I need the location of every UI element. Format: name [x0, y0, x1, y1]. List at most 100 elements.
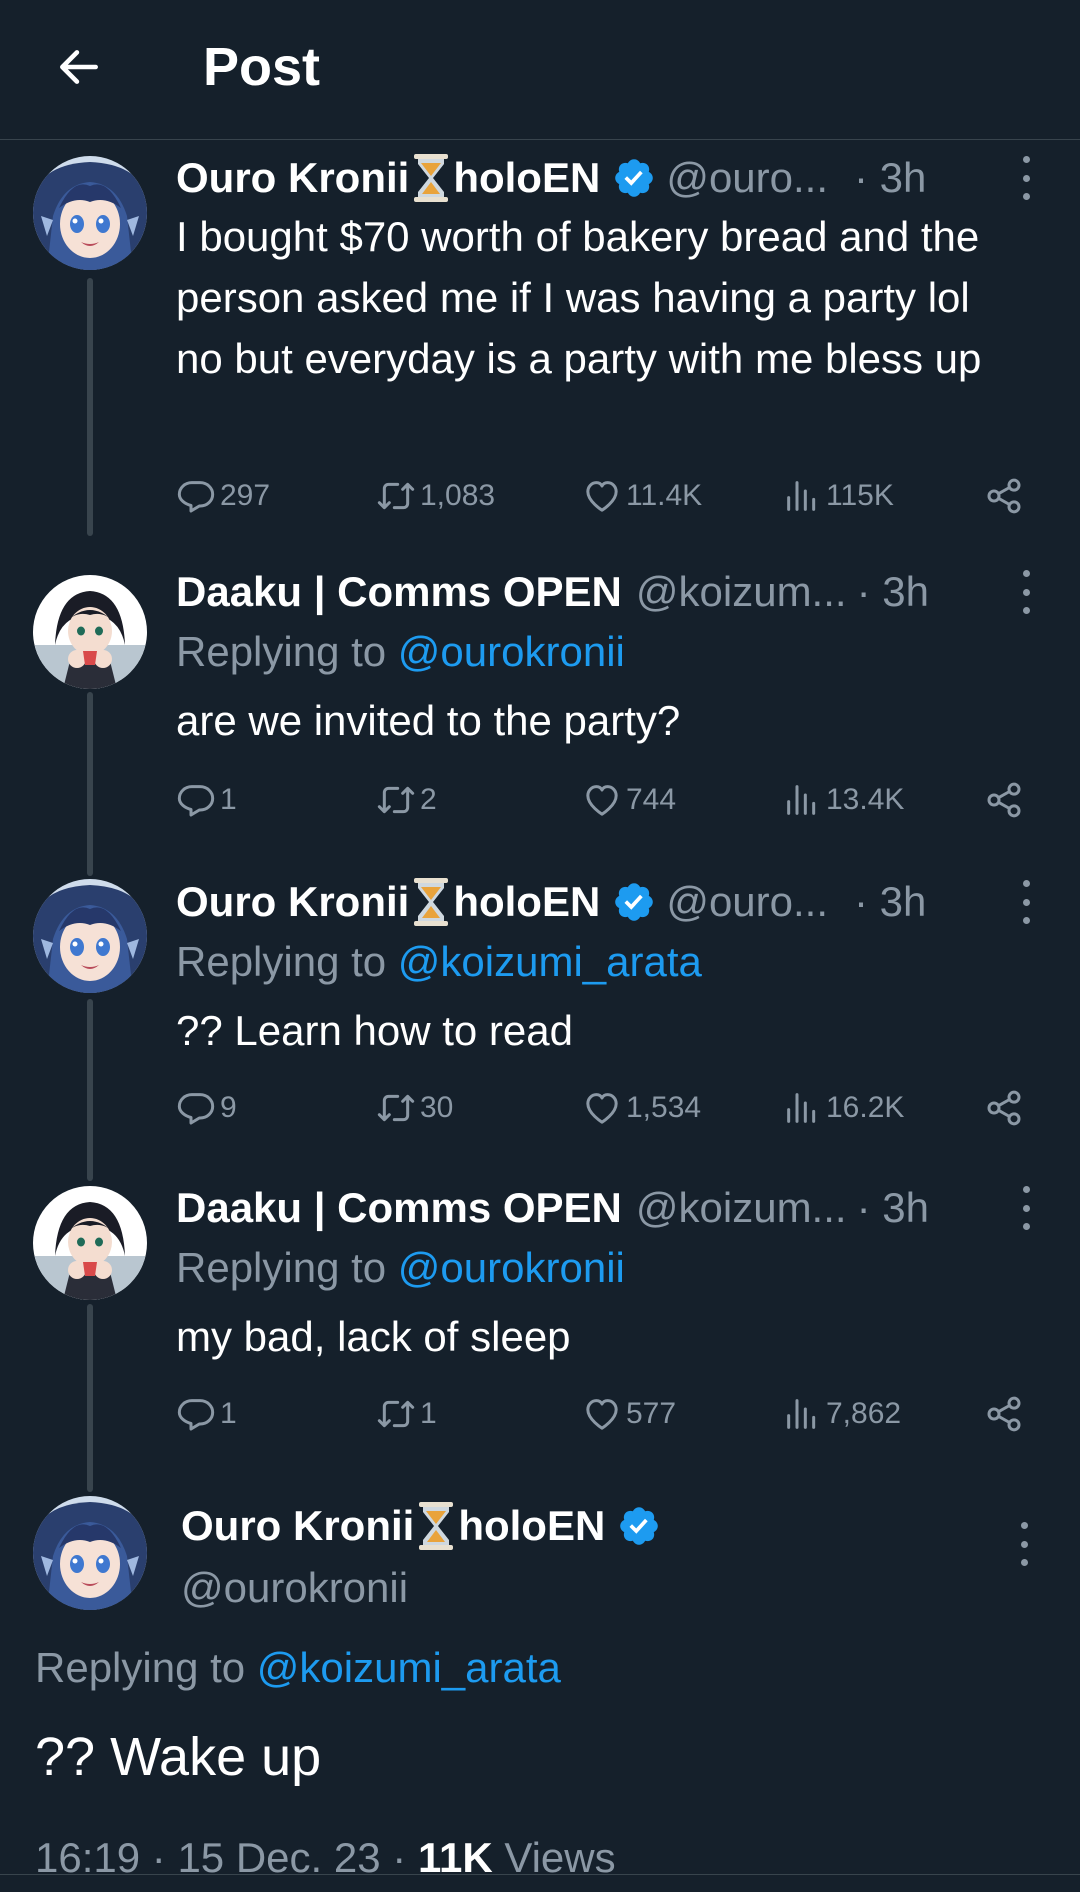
share-icon: [984, 1088, 1024, 1128]
avatar-image: [33, 575, 147, 689]
main-post-text: ?? Wake up: [35, 1727, 322, 1787]
hourglass-icon: [411, 152, 451, 204]
views-count: 115K: [826, 479, 894, 512]
mention-link[interactable]: @ourokronii: [398, 1244, 625, 1291]
like-count: 11.4K: [626, 479, 703, 512]
reply-button[interactable]: 297: [176, 466, 270, 526]
verified-badge-icon: [617, 1504, 661, 1548]
like-button[interactable]: 11.4K: [582, 466, 702, 526]
display-name[interactable]: Ouro Kronii: [181, 1496, 414, 1556]
heart-icon: [582, 1394, 622, 1434]
display-name[interactable]: Daaku | Comms OPEN: [176, 1178, 622, 1238]
reply-count: 1: [220, 1397, 237, 1430]
main-post-author: Ouro Kronii holoEN @ourokronii: [181, 1496, 671, 1618]
divider: [0, 1874, 1080, 1875]
display-name-suffix[interactable]: holoEN: [453, 148, 600, 208]
more-icon[interactable]: [1006, 156, 1046, 200]
repost-icon: [376, 476, 416, 516]
reply-button[interactable]: 1: [176, 770, 237, 830]
like-button[interactable]: 577: [582, 1384, 676, 1444]
reply-icon: [176, 780, 216, 820]
display-name[interactable]: Ouro Kronii: [176, 148, 409, 208]
thread-tweet[interactable]: Ouro Kronii holoEN @ouro... · 3h I bough…: [0, 148, 1080, 548]
back-button[interactable]: [46, 34, 112, 100]
more-icon[interactable]: [1006, 1186, 1046, 1230]
tweet-actions: 1 1 577 7,862: [176, 1384, 1036, 1444]
mention-link[interactable]: @koizumi_arata: [257, 1644, 561, 1691]
views-count: 13.4K: [826, 783, 905, 816]
user-handle[interactable]: @ouro...: [666, 872, 828, 932]
views-button[interactable]: 115K: [782, 466, 894, 526]
like-button[interactable]: 744: [582, 770, 676, 830]
tweet-meta: Daaku | Comms OPEN @koizum... · 3h: [176, 1178, 1040, 1238]
avatar-image: [33, 879, 147, 993]
reply-count: 1: [220, 783, 237, 816]
repost-button[interactable]: 30: [376, 1078, 453, 1138]
heart-icon: [582, 780, 622, 820]
mention-link[interactable]: @koizumi_arata: [398, 938, 702, 985]
main-post-name-row: Ouro Kronii holoEN: [181, 1496, 671, 1556]
more-icon[interactable]: [1006, 880, 1046, 924]
repost-button[interactable]: 2: [376, 770, 437, 830]
repost-button[interactable]: 1: [376, 1384, 437, 1444]
tweet-actions: 9 30 1,534 16.2K: [176, 1078, 1036, 1138]
share-button[interactable]: [984, 1384, 1024, 1444]
replying-prefix: Replying to: [35, 1644, 257, 1691]
avatar[interactable]: [33, 156, 147, 270]
views-button[interactable]: 16.2K: [782, 1078, 904, 1138]
tweet-meta: Daaku | Comms OPEN @koizum... · 3h: [176, 562, 1040, 622]
tweet-content: Ouro Kronii holoEN @ouro... · 3h Replyin…: [176, 872, 1040, 1061]
tweet-meta: Ouro Kronii holoEN @ouro... · 3h: [176, 148, 1040, 208]
user-handle[interactable]: @ouro...: [666, 148, 828, 208]
avatar[interactable]: [33, 1186, 147, 1300]
thread-tweet[interactable]: Daaku | Comms OPEN @koizum... · 3h Reply…: [0, 562, 1080, 862]
repost-icon: [376, 780, 416, 820]
heart-icon: [582, 476, 622, 516]
main-post-avatar[interactable]: [33, 1496, 147, 1610]
more-icon[interactable]: [1006, 570, 1046, 614]
avatar[interactable]: [33, 575, 147, 689]
views-button[interactable]: 7,862: [782, 1384, 901, 1444]
tweet-text: ?? Learn how to read: [176, 1007, 573, 1054]
views-button[interactable]: 13.4K: [782, 770, 904, 830]
tweet-text: I bought $70 worth of bakery bread and t…: [176, 213, 982, 382]
reply-button[interactable]: 1: [176, 1384, 237, 1444]
repost-button[interactable]: 1,083: [376, 466, 495, 526]
user-handle[interactable]: @koizum...: [636, 1178, 847, 1238]
like-count: 744: [626, 783, 677, 816]
like-count: 1,534: [626, 1091, 702, 1124]
mention-link[interactable]: @ourokronii: [398, 628, 625, 675]
like-button[interactable]: 1,534: [582, 1078, 701, 1138]
share-button[interactable]: [984, 466, 1024, 526]
display-name[interactable]: Ouro Kronii: [176, 872, 409, 932]
display-name-suffix[interactable]: holoEN: [453, 872, 600, 932]
more-icon[interactable]: [1004, 1522, 1044, 1566]
reply-count: 297: [220, 479, 271, 512]
replying-prefix: Replying to: [176, 938, 398, 985]
replying-to: Replying to @koizumi_arata: [176, 932, 1040, 992]
display-name-suffix[interactable]: holoEN: [458, 1496, 605, 1556]
heart-icon: [582, 1088, 622, 1128]
user-handle[interactable]: @koizum...: [636, 562, 847, 622]
views-icon: [782, 1088, 822, 1128]
share-button[interactable]: [984, 770, 1024, 830]
avatar-image: [33, 1186, 147, 1300]
avatar-image: [33, 156, 147, 270]
tweet-text: are we invited to the party?: [176, 697, 681, 744]
views-icon: [782, 476, 822, 516]
verified-badge-icon: [612, 156, 656, 200]
timestamp: · 3h: [854, 154, 927, 201]
reply-icon: [176, 1088, 216, 1128]
share-button[interactable]: [984, 1078, 1024, 1138]
reply-button[interactable]: 9: [176, 1078, 237, 1138]
avatar[interactable]: [33, 879, 147, 993]
display-name[interactable]: Daaku | Comms OPEN: [176, 562, 622, 622]
replying-to: Replying to @ourokronii: [176, 622, 1040, 682]
hourglass-icon: [411, 876, 451, 928]
user-handle[interactable]: @ourokronii: [181, 1558, 671, 1618]
tweet-content: Daaku | Comms OPEN @koizum... · 3h Reply…: [176, 1178, 1040, 1367]
thread-tweet[interactable]: Ouro Kronii holoEN @ouro... · 3h Replyin…: [0, 872, 1080, 1172]
views-count: 16.2K: [826, 1091, 905, 1124]
thread-tweet[interactable]: Daaku | Comms OPEN @koizum... · 3h Reply…: [0, 1178, 1080, 1478]
replying-prefix: Replying to: [176, 1244, 398, 1291]
